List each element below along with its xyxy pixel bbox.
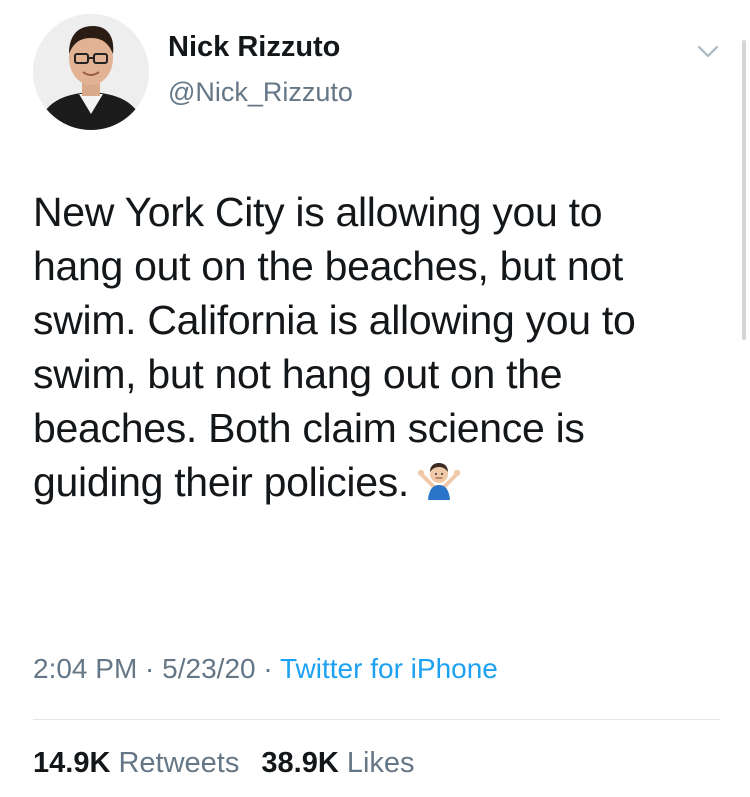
- tweet-line: beaches. Both claim science is: [33, 405, 585, 451]
- tweet-line: swim, but not hang out on the: [33, 351, 563, 397]
- tweet-stats: 14.9K Retweets 38.9K Likes: [33, 745, 429, 781]
- tweet-text: New York City is allowing you to hang ou…: [33, 185, 713, 513]
- author-name[interactable]: Nick Rizzuto: [168, 30, 340, 64]
- retweets-count: 14.9K: [33, 747, 111, 779]
- retweets-label: Retweets: [118, 747, 240, 779]
- tweet-line: hang out on the beaches, but not: [33, 243, 623, 289]
- tweet-menu-button[interactable]: [690, 38, 726, 66]
- tweet-time[interactable]: 2:04 PM: [33, 653, 137, 684]
- likes-label: Likes: [346, 747, 415, 779]
- likes-count: 38.9K: [261, 747, 339, 779]
- scrollbar[interactable]: [742, 40, 746, 340]
- author-handle[interactable]: @Nick_Rizzuto: [168, 76, 353, 108]
- tweet-date[interactable]: 5/23/20: [162, 653, 255, 684]
- man-shrugging-emoji-icon: [417, 459, 461, 513]
- retweets-stat[interactable]: 14.9K Retweets: [33, 747, 239, 779]
- meta-separator: ·: [255, 653, 280, 684]
- tweet-line: guiding their policies.: [33, 459, 409, 505]
- tweet-last-line: guiding their policies.: [33, 455, 713, 513]
- avatar[interactable]: [33, 14, 149, 130]
- meta-separator: ·: [137, 653, 163, 684]
- tweet-line: swim. California is allowing you to: [33, 297, 636, 343]
- divider: [33, 719, 720, 720]
- likes-stat[interactable]: 38.9K Likes: [261, 747, 414, 779]
- profile-photo-icon: [33, 14, 149, 130]
- tweet-line: New York City is allowing you to: [33, 189, 603, 235]
- chevron-down-icon: [697, 45, 719, 58]
- tweet-meta: 2:04 PM · 5/23/20 · Twitter for iPhone: [33, 651, 498, 687]
- tweet-source-link[interactable]: Twitter for iPhone: [280, 653, 498, 684]
